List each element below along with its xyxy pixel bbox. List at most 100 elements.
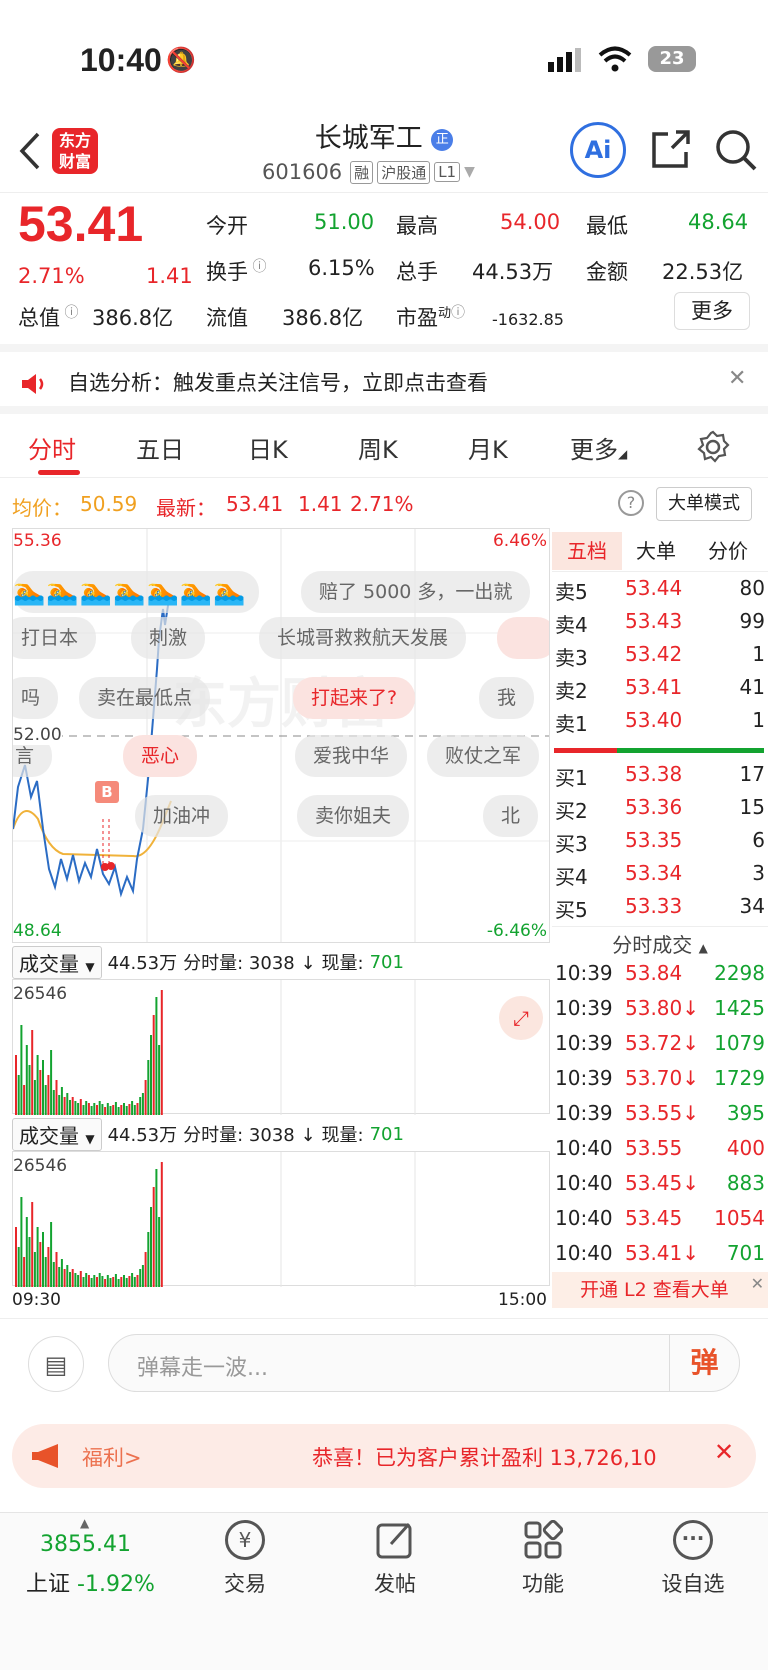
megaphone-icon: [32, 1444, 58, 1468]
volume-bar: [128, 1104, 131, 1115]
mute-icon: 🔕: [166, 46, 196, 74]
time-end-label: 15:00: [498, 1290, 547, 1310]
volume-bar: [123, 1275, 125, 1287]
settings-icon[interactable]: [696, 430, 730, 464]
close-icon[interactable]: ✕: [728, 366, 746, 391]
tab-intraday[interactable]: 分时: [28, 430, 80, 475]
tab-more[interactable]: 更多◢: [570, 430, 627, 465]
tick-row: 10:39 53.84 2298: [555, 961, 765, 985]
volume-bar: [128, 1276, 131, 1287]
volume-bar: [25, 1045, 28, 1115]
volume-bar: [139, 1097, 142, 1115]
tab-add-watchlist[interactable]: ··· 设自选: [638, 1520, 748, 1598]
battery-icon: 23: [648, 46, 696, 72]
volume-bar: [66, 1093, 69, 1115]
more-quote-button[interactable]: 更多: [674, 292, 750, 330]
volume-bar: [131, 1101, 134, 1115]
volume-bar: [160, 990, 163, 1115]
volume-bar: [112, 1277, 115, 1287]
danmu-list-icon[interactable]: ▤: [28, 1336, 84, 1392]
volume-bar: [55, 1080, 58, 1115]
tab-trade[interactable]: ¥ 交易: [190, 1520, 300, 1598]
volume-bar: [98, 1101, 101, 1115]
volume-bar: [155, 997, 158, 1115]
expand-icon[interactable]: ⤢: [499, 996, 543, 1040]
search-icon[interactable]: [714, 128, 758, 172]
send-danmu-button[interactable]: 弹: [669, 1335, 739, 1391]
ask-row-1: 卖1 53.40 1: [555, 708, 765, 736]
bid-row-5: 买5 53.33 34: [555, 894, 765, 922]
mid-price-label: 52.00: [13, 725, 62, 745]
tab-weekly[interactable]: 周K: [358, 430, 398, 465]
expand-up-icon[interactable]: ▲: [80, 1516, 89, 1530]
tick-row: 10:39 53.70↓ 1729: [555, 1066, 765, 1090]
help-icon[interactable]: ?: [618, 490, 644, 516]
volume-bar: [66, 1265, 69, 1287]
volume-label: 总手: [396, 260, 438, 284]
status-time: 10:40: [80, 42, 162, 78]
share-icon[interactable]: [650, 128, 692, 170]
intraday-chart[interactable]: 东方财富 B 🏊🏊🏊🏊🏊🏊🏊 赔了 5000 多，一出就 打日本 刺激 长城哥救…: [12, 528, 550, 943]
volume-bar: [112, 1105, 115, 1115]
volume-bar: [63, 1269, 66, 1287]
welfare-banner[interactable]: 福利> 恭喜！已为客户累计盈利 13,726,10 ✕: [12, 1424, 756, 1488]
volume-bar: [90, 1278, 93, 1287]
bid-row-2: 买2 53.36 15: [555, 795, 765, 823]
danmu-item: 败仗之军: [427, 735, 540, 777]
tab-daily[interactable]: 日K: [248, 430, 288, 465]
index-line[interactable]: 上证 -1.92%: [26, 1566, 155, 1598]
volume-chart-1: 26546 ⤢: [12, 979, 550, 1115]
danmu-input[interactable]: 弹幕走一波... 弹: [108, 1334, 740, 1392]
volume-bar: [104, 1279, 107, 1287]
tab-functions[interactable]: 功能: [488, 1520, 598, 1598]
tick-row: 10:39 53.72↓ 1079: [555, 1031, 765, 1055]
y-min-label: 48.64: [13, 921, 62, 941]
volume-bar: [150, 1035, 152, 1115]
amount-label: 金额: [586, 260, 628, 284]
volume-bar: [87, 1275, 90, 1287]
volume-bar: [79, 1099, 82, 1115]
ask-row-5: 卖5 53.44 80: [555, 576, 765, 604]
tab-post[interactable]: 发帖: [340, 1520, 450, 1598]
tab-level5[interactable]: 五档: [552, 532, 622, 570]
l2-promo[interactable]: 开通 L2 查看大单 ✕: [552, 1272, 768, 1308]
volume-bar: [47, 1075, 50, 1115]
tab-big-order[interactable]: 大单: [636, 532, 676, 570]
volume-bar: [114, 1274, 117, 1287]
welfare-label[interactable]: 福利>: [82, 1442, 142, 1472]
close-icon[interactable]: ✕: [751, 1266, 764, 1302]
notice-text: 自选分析：触发重点关注信号，立即点击查看: [68, 371, 488, 395]
tab-price-dist[interactable]: 分价: [708, 532, 748, 570]
tick-row: 10:40 53.55 400: [555, 1136, 765, 1160]
index-value[interactable]: 3855.41: [40, 1532, 131, 1557]
danmu-item: 恶心: [123, 735, 198, 777]
volume-bar: [42, 1060, 44, 1115]
info-icon: ⓘ: [60, 305, 79, 321]
danmu-item: [497, 617, 549, 659]
big-order-mode-button[interactable]: 大单模式: [656, 487, 752, 521]
volume-bar: [69, 1272, 71, 1287]
close-icon[interactable]: ✕: [714, 1438, 734, 1466]
volume-bar: [28, 1065, 31, 1115]
volume-bar: [36, 1227, 39, 1287]
tab-5day[interactable]: 五日: [136, 430, 184, 465]
wifi-icon: [598, 46, 632, 72]
buy-sell-ratio-bar: [554, 748, 764, 753]
indicator-select[interactable]: 成交量 ▼: [12, 945, 102, 979]
volume-bar: [50, 1222, 53, 1287]
ticks-title[interactable]: 分时成交 ▲: [552, 926, 768, 962]
tick-row: 10:39 53.55↓ 395: [555, 1101, 765, 1125]
tab-monthly[interactable]: 月K: [468, 430, 508, 465]
volume-max-label: 26546: [13, 984, 68, 1004]
volume-bar: [60, 1087, 63, 1115]
intraday-info: 均价： 50.59 最新： 53.41 1.41 2.71%: [0, 480, 768, 528]
notice-bar[interactable]: 自选分析：触发重点关注信号，立即点击查看 ✕: [0, 344, 768, 414]
buy-marker: B: [95, 781, 119, 803]
y-max-label: 55.36: [13, 531, 62, 551]
ai-button[interactable]: Ai: [570, 122, 626, 178]
change-pct: 2.71%: [18, 264, 85, 288]
grid-icon: [524, 1520, 563, 1559]
indicator-select[interactable]: 成交量 ▼: [12, 1117, 102, 1151]
latest-pct: 2.71%: [350, 492, 414, 516]
volume-bar: [33, 1252, 36, 1287]
